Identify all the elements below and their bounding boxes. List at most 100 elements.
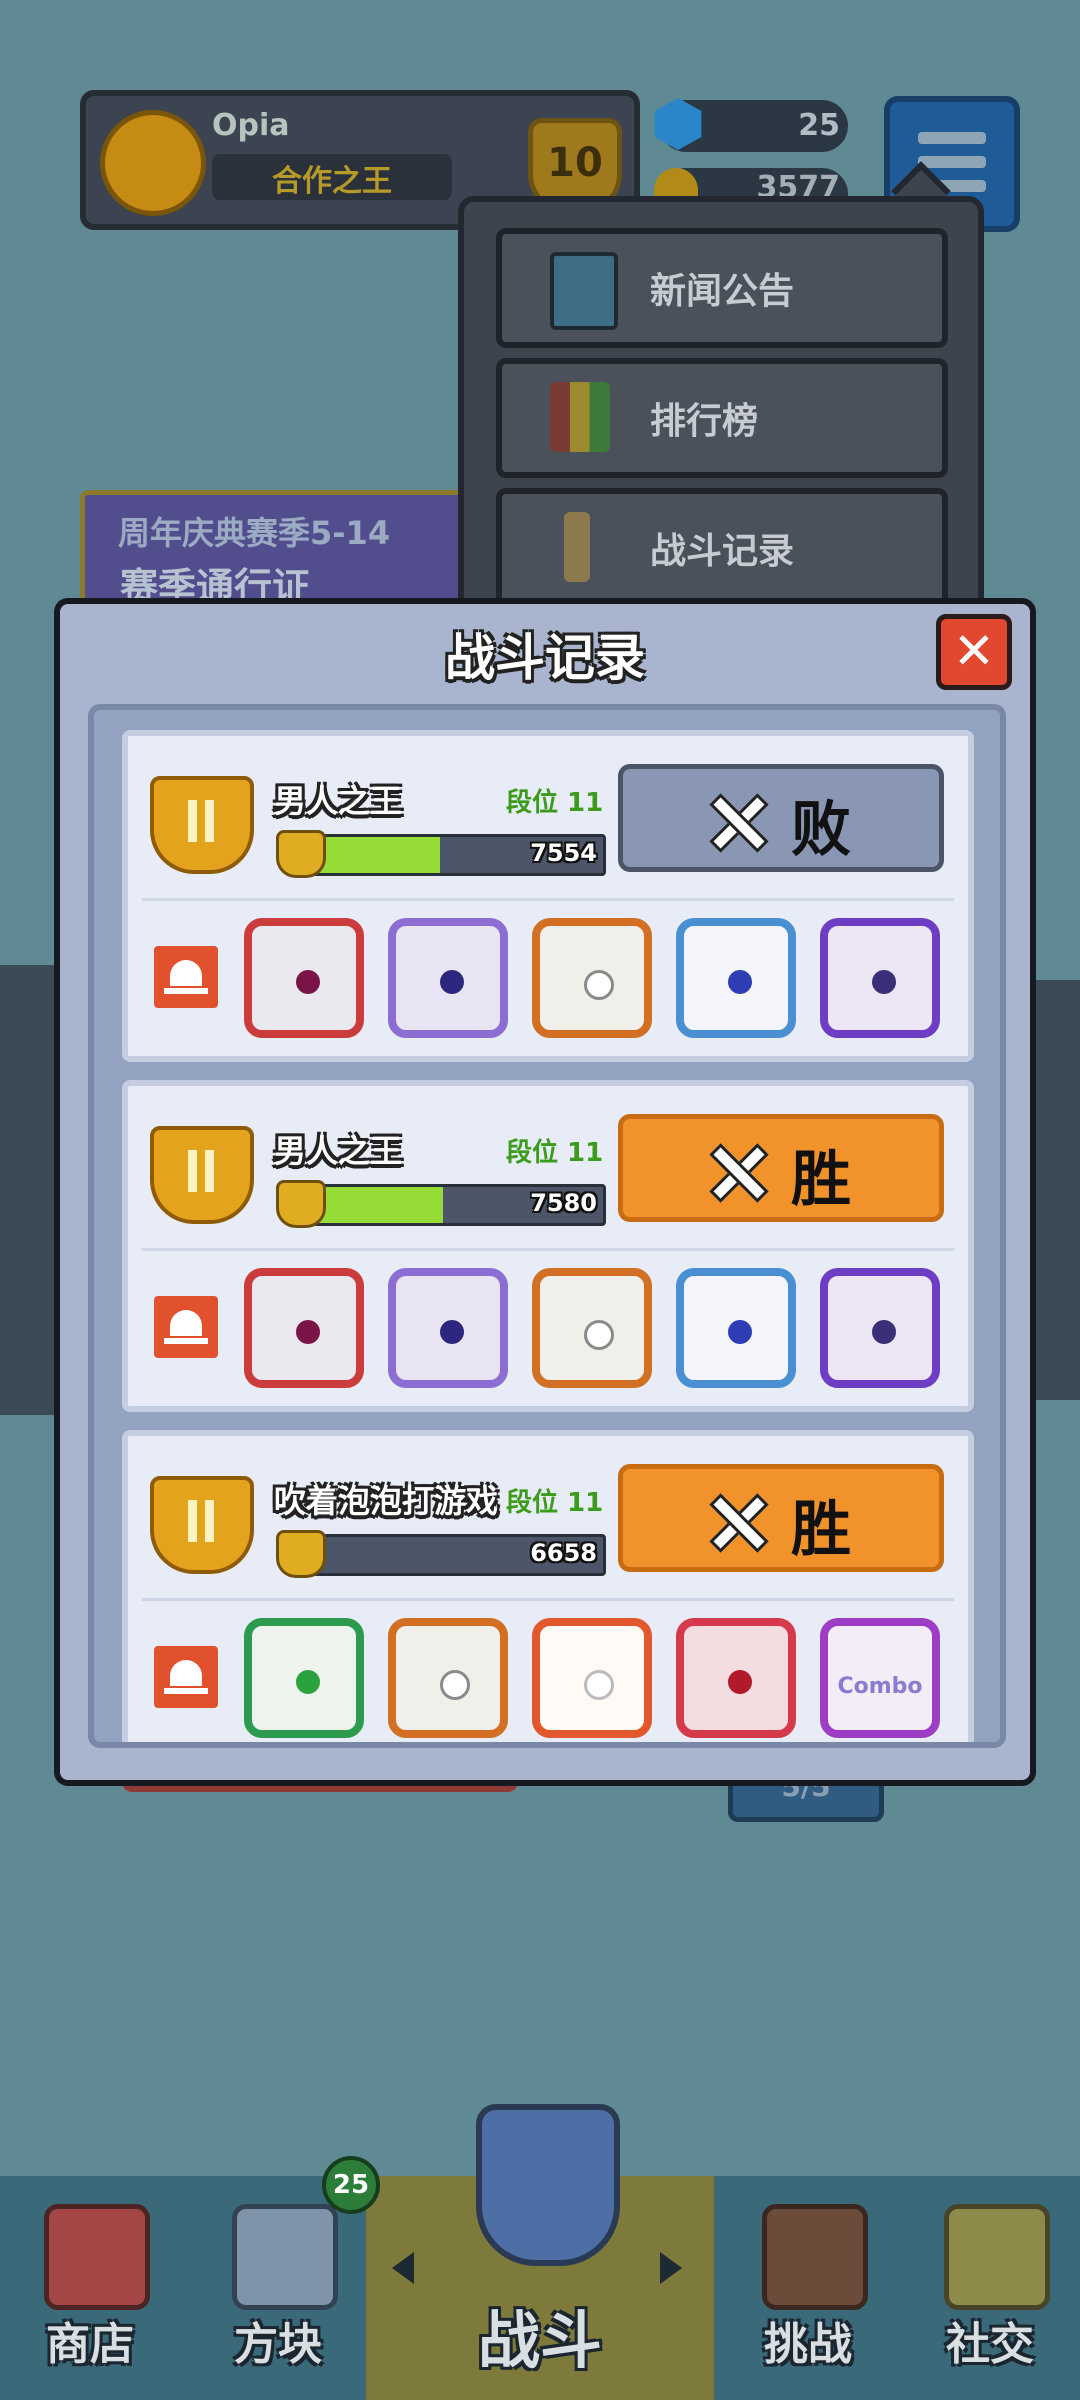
dice-slot[interactable] [532, 1268, 652, 1388]
social-icon [944, 2204, 1050, 2310]
dice-pip [872, 970, 896, 994]
result-button-win[interactable]: 胜 [618, 1114, 944, 1222]
dice-pip [728, 1670, 752, 1694]
dropdown-menu: 新闻公告 排行榜 战斗记录 [458, 196, 984, 628]
dice-slot[interactable] [388, 1618, 508, 1738]
profile-name: Opia [212, 108, 290, 143]
dice-pip [584, 1320, 614, 1350]
dice-pip [296, 1670, 320, 1694]
trophy-icon [276, 1530, 326, 1578]
trophy-bar: 6658 [304, 1534, 606, 1576]
dice-pip [440, 1320, 464, 1344]
dialog-title: 战斗记录 [445, 629, 645, 687]
dice-pip [872, 1320, 896, 1344]
rank-label: 段位 11 [506, 788, 604, 818]
menu-item-label: 战斗记录 [650, 531, 795, 572]
dice-slot[interactable] [244, 918, 364, 1038]
nav-challenge[interactable]: 挑战 [718, 2176, 898, 2400]
gold-count: 3577 [756, 170, 841, 198]
divider [142, 1248, 954, 1251]
crossed-swords-icon [709, 1143, 761, 1195]
dice-slot[interactable]: Combo [820, 1618, 940, 1738]
dice-slot[interactable] [244, 1618, 364, 1738]
trophy-icon [276, 830, 326, 878]
rank-crown-icon [150, 1126, 254, 1224]
dice-pip [440, 1670, 470, 1700]
avatar[interactable] [100, 110, 206, 216]
trophy-count: 6658 [530, 1539, 597, 1567]
nav-label: 社交 [946, 2319, 1034, 2370]
menu-item-leaderboard[interactable]: 排行榜 [496, 358, 948, 478]
result-text: 败 [791, 795, 851, 865]
menu-item-battle-log[interactable]: 战斗记录 [496, 488, 948, 608]
shop-icon [44, 2204, 150, 2310]
trophy-bar: 7554 [304, 834, 606, 876]
combo-label: Combo [837, 1674, 923, 1699]
leaderboard-icon [550, 382, 610, 452]
dice-pip [728, 1320, 752, 1344]
close-icon: ✕ [953, 622, 995, 680]
nav-shop[interactable]: 商店 [0, 2176, 180, 2400]
opponent-name: 吹着泡泡打游戏 [274, 1482, 499, 1520]
menu-item-news[interactable]: 新闻公告 [496, 228, 948, 348]
season-pass-subtitle: 周年庆典赛季5-14 [118, 514, 391, 552]
rank-crown-icon [150, 776, 254, 874]
dice-slot[interactable] [676, 1618, 796, 1738]
battle-record[interactable]: 男人之王 段位 11 7580 胜 [122, 1080, 974, 1412]
crossed-swords-icon [709, 793, 761, 845]
battle-record-list[interactable]: 男人之王 段位 11 7554 败 男人之王 段位 11 7580 胜 吹着泡泡… [88, 704, 1006, 1748]
trophy-fill [307, 837, 441, 873]
monitor-icon [550, 252, 618, 330]
background-left-panel [0, 965, 62, 1415]
nav-label: 挑战 [764, 2319, 852, 2370]
menu-item-label: 新闻公告 [650, 271, 795, 312]
dice-box-icon [232, 2204, 338, 2310]
nav-label: 方块 [234, 2319, 322, 2370]
result-text: 胜 [791, 1495, 851, 1565]
dice-slot[interactable] [532, 918, 652, 1038]
dice-pip [728, 970, 752, 994]
dice-slot[interactable] [388, 1268, 508, 1388]
battle-record[interactable]: 男人之王 段位 11 7554 败 [122, 730, 974, 1062]
dice-slot[interactable] [244, 1268, 364, 1388]
rank-label: 段位 11 [506, 1138, 604, 1168]
profile-title: 合作之王 [272, 164, 392, 199]
divider [142, 1598, 954, 1601]
nav-social[interactable]: 社交 [900, 2176, 1080, 2400]
dice-pip [440, 970, 464, 994]
dice-slot[interactable] [676, 918, 796, 1038]
dice-slot[interactable] [676, 1268, 796, 1388]
dice-slot[interactable] [532, 1618, 652, 1738]
opponent-name: 男人之王 [274, 1132, 403, 1170]
nav-battle[interactable]: 战斗 [366, 2290, 714, 2380]
trophy-icon [276, 1180, 326, 1228]
gem-count: 25 [798, 108, 840, 143]
close-button[interactable]: ✕ [936, 614, 1012, 690]
notification-badge: 25 [322, 2156, 380, 2214]
trophy-count: 7554 [530, 839, 597, 867]
challenge-icon [762, 2204, 868, 2310]
dice-pip [584, 970, 614, 1000]
trophy-fill [307, 1187, 444, 1223]
rank-label: 段位 11 [506, 1488, 604, 1518]
trophy-bar: 7580 [304, 1184, 606, 1226]
rank-crown-icon [150, 1476, 254, 1574]
dice-pip [296, 970, 320, 994]
battle-record[interactable]: 吹着泡泡打游戏 段位 11 6658 胜 Combo [122, 1430, 974, 1742]
dice-slot[interactable] [388, 918, 508, 1038]
report-alarm-button[interactable] [154, 1646, 218, 1708]
report-alarm-button[interactable] [154, 946, 218, 1008]
hamburger-icon [918, 156, 986, 168]
sword-icon [564, 512, 590, 582]
chevron-right-icon[interactable] [660, 2252, 682, 2284]
divider [142, 898, 954, 901]
result-button-win[interactable]: 胜 [618, 1464, 944, 1572]
dice-pip [296, 1320, 320, 1344]
shield-sword-icon [476, 2104, 620, 2266]
result-button-loss[interactable]: 败 [618, 764, 944, 872]
opponent-name: 男人之王 [274, 782, 403, 820]
report-alarm-button[interactable] [154, 1296, 218, 1358]
chevron-left-icon[interactable] [392, 2252, 414, 2284]
dice-slot[interactable] [820, 1268, 940, 1388]
dice-slot[interactable] [820, 918, 940, 1038]
